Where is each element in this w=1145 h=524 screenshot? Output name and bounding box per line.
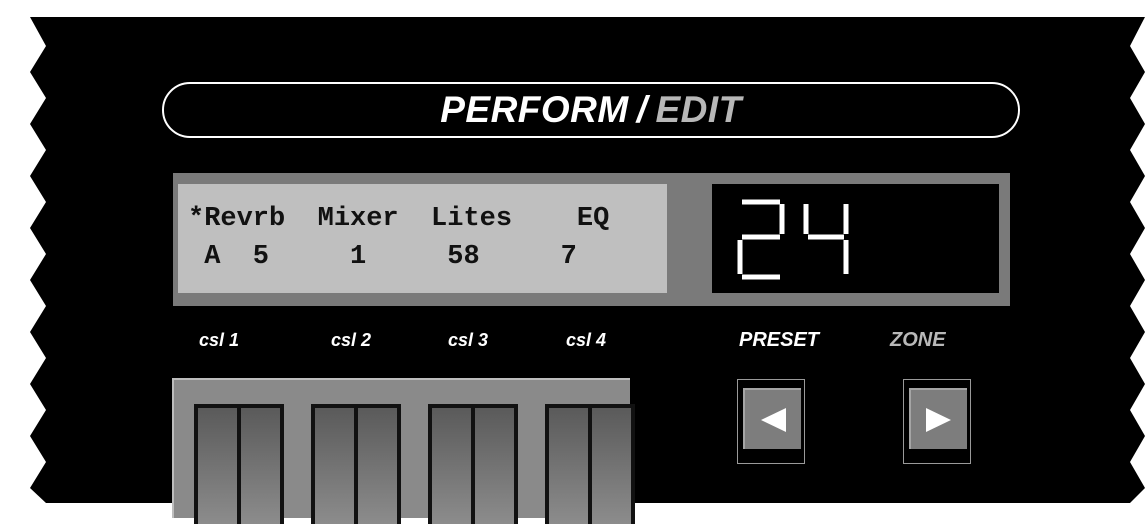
slider-csl4[interactable] [545, 404, 635, 524]
mode-title-banner: PERFORM / EDIT [162, 82, 1020, 138]
preset-label: PRESET [739, 329, 820, 351]
slider-csl3[interactable] [428, 404, 518, 524]
slider-housing [172, 378, 635, 524]
slider-csl2[interactable] [311, 404, 401, 524]
title-perform: PERFORM [440, 89, 629, 130]
lcd-display: *Revrb Mixer Lites EQ A 5 1 58 7 [178, 184, 667, 293]
zone-right-button[interactable] [903, 379, 971, 464]
lcd-parameter-names: *Revrb Mixer Lites EQ [188, 204, 610, 234]
slider-label-csl1: csl 1 [199, 330, 240, 350]
lcd-parameter-values: A 5 1 58 7 [188, 242, 577, 272]
slider-label-csl2: csl 2 [331, 330, 372, 350]
left-arrow-icon [761, 407, 786, 432]
right-arrow-icon [926, 407, 951, 432]
title-separator: / [636, 89, 648, 130]
slider-label-csl3: csl 3 [448, 330, 489, 350]
led-digits [737, 199, 849, 280]
title-edit: EDIT [655, 89, 742, 130]
led-display: 24 [712, 184, 999, 293]
zone-label: ZONE [890, 329, 946, 351]
slider-label-csl4: csl 4 [566, 330, 607, 350]
preset-left-button[interactable] [737, 379, 805, 464]
slider-csl1[interactable] [194, 404, 284, 524]
